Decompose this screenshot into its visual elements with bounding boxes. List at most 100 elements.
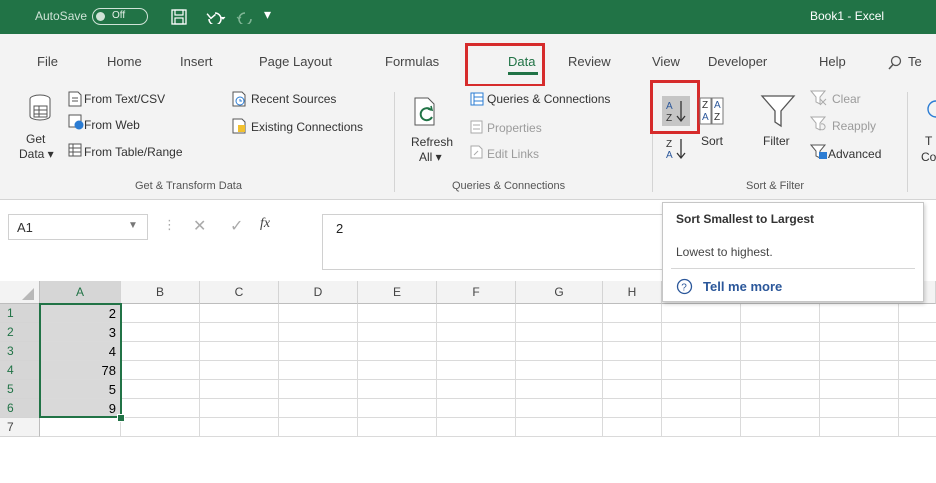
cancel-icon[interactable]: ✕	[193, 216, 206, 236]
table-range-icon	[68, 143, 82, 157]
tab-tell-me[interactable]: Te	[908, 54, 922, 69]
existing-connections-button[interactable]: Existing Connections	[251, 120, 363, 134]
row-header-4[interactable]: 4	[0, 361, 40, 380]
column-header-b[interactable]: B	[121, 281, 200, 304]
refresh-label-1[interactable]: Refresh	[411, 135, 453, 149]
autosave-label: AutoSave	[35, 9, 88, 23]
refresh-all-icon	[414, 97, 435, 126]
row-header-3[interactable]: 3	[0, 342, 40, 361]
name-box-dropdown-icon[interactable]: ▼	[128, 220, 138, 231]
properties-icon	[470, 120, 483, 134]
tab-help[interactable]: Help	[819, 54, 846, 69]
from-table-range-button[interactable]: From Table/Range	[84, 145, 183, 159]
svg-text:?: ?	[681, 283, 687, 294]
row-header-1[interactable]: 1	[0, 304, 40, 323]
tab-home[interactable]: Home	[107, 54, 142, 69]
formula-bar-grip: ⋮	[163, 217, 176, 232]
refresh-label-2[interactable]: All ▾	[419, 150, 442, 164]
row-header-2[interactable]: 2	[0, 323, 40, 342]
customize-quick-access-icon[interactable]: ▾	[264, 6, 271, 23]
filter-icon	[760, 95, 796, 128]
save-icon[interactable]	[171, 9, 187, 25]
svg-text:Z: Z	[666, 139, 672, 150]
insert-function-icon[interactable]: fx	[260, 216, 270, 232]
queries-connections-icon	[470, 92, 484, 106]
column-header-f[interactable]: F	[437, 281, 516, 304]
tab-insert[interactable]: Insert	[180, 54, 213, 69]
advanced-button[interactable]: Advanced	[828, 147, 881, 161]
data-tab-highlight	[465, 43, 545, 87]
column-header-e[interactable]: E	[358, 281, 437, 304]
svg-text:Z: Z	[714, 112, 720, 123]
existing-connections-icon	[232, 118, 246, 134]
row-header-6[interactable]: 6	[0, 399, 40, 418]
svg-text:Z: Z	[702, 100, 708, 111]
edit-links-icon	[470, 145, 483, 159]
get-data-label-2[interactable]: Data ▾	[19, 147, 54, 161]
document-title: Book1 - Excel	[810, 9, 885, 23]
tab-page-layout[interactable]: Page Layout	[259, 54, 332, 69]
reapply-button[interactable]: Reapply	[832, 119, 876, 133]
redo-icon[interactable]	[235, 10, 257, 24]
from-web-button[interactable]: From Web	[84, 118, 140, 132]
tell-me-more-link[interactable]: Tell me more	[703, 279, 782, 294]
column-header-g[interactable]: G	[516, 281, 603, 304]
get-data-label-1[interactable]: Get	[26, 132, 45, 146]
tab-file[interactable]: File	[37, 54, 58, 69]
sort-tooltip: Sort Smallest to Largest Lowest to highe…	[662, 202, 924, 302]
tooltip-title: Sort Smallest to Largest	[676, 212, 815, 226]
grid-lines	[121, 304, 936, 437]
column-header-c[interactable]: C	[200, 281, 279, 304]
reapply-icon	[810, 116, 827, 131]
tab-developer[interactable]: Developer	[708, 54, 767, 69]
autosave-toggle[interactable]: Off	[92, 8, 148, 25]
column-header-h[interactable]: H	[603, 281, 662, 304]
svg-text:A: A	[666, 150, 673, 161]
svg-text:A: A	[702, 112, 709, 123]
get-data-icon	[29, 94, 51, 121]
sort-descending-icon[interactable]: Z A	[662, 135, 690, 161]
queries-connections-button[interactable]: Queries & Connections	[487, 92, 610, 106]
row-header-5[interactable]: 5	[0, 380, 40, 399]
svg-text:A: A	[714, 100, 721, 111]
enter-icon[interactable]: ✓	[230, 216, 243, 236]
tab-review[interactable]: Review	[568, 54, 611, 69]
partial-tool-icon	[927, 100, 936, 118]
recent-sources-button[interactable]: Recent Sources	[251, 92, 336, 106]
tab-formulas[interactable]: Formulas	[385, 54, 439, 69]
column-header-a[interactable]: A	[40, 281, 121, 304]
sort-dialog-icon: Z A A Z	[699, 97, 724, 125]
from-text-csv-button[interactable]: From Text/CSV	[84, 92, 165, 106]
select-all-button[interactable]	[0, 281, 40, 304]
fill-handle[interactable]	[117, 414, 125, 422]
title-bar: AutoSave Off ▾ Book1 - Excel	[0, 0, 936, 34]
edit-links-button[interactable]: Edit Links	[487, 147, 539, 161]
filter-button[interactable]: Filter	[763, 134, 790, 148]
search-icon[interactable]	[888, 55, 902, 71]
group-get-transform-label: Get & Transform Data	[135, 180, 242, 192]
name-box[interactable]: A1 ▼	[8, 214, 148, 240]
row-header-7[interactable]: 7	[0, 418, 40, 437]
selection-border	[39, 303, 122, 418]
group-queries-connections-label: Queries & Connections	[452, 180, 566, 192]
tooltip-description: Lowest to highest.	[676, 245, 773, 259]
undo-icon[interactable]	[205, 10, 227, 24]
cut-off-label-1[interactable]: T	[925, 134, 932, 148]
formula-value: 2	[336, 221, 344, 236]
column-header-d[interactable]: D	[279, 281, 358, 304]
sort-button-highlight	[650, 80, 700, 134]
clear-button[interactable]: Clear	[832, 92, 861, 106]
properties-button[interactable]: Properties	[487, 121, 542, 135]
sort-button[interactable]: Sort	[701, 134, 723, 148]
group-sort-filter-label: Sort & Filter	[746, 180, 805, 192]
advanced-filter-icon	[810, 144, 827, 159]
help-icon[interactable]: ?	[676, 278, 693, 295]
name-box-value: A1	[17, 220, 33, 235]
tab-view[interactable]: View	[652, 54, 680, 69]
recent-sources-icon	[232, 91, 246, 107]
cell-a7[interactable]	[40, 418, 121, 437]
web-icon	[68, 114, 84, 130]
cut-off-label-2[interactable]: Co	[921, 150, 936, 164]
clear-filter-icon	[810, 90, 827, 106]
text-csv-icon	[68, 91, 82, 107]
